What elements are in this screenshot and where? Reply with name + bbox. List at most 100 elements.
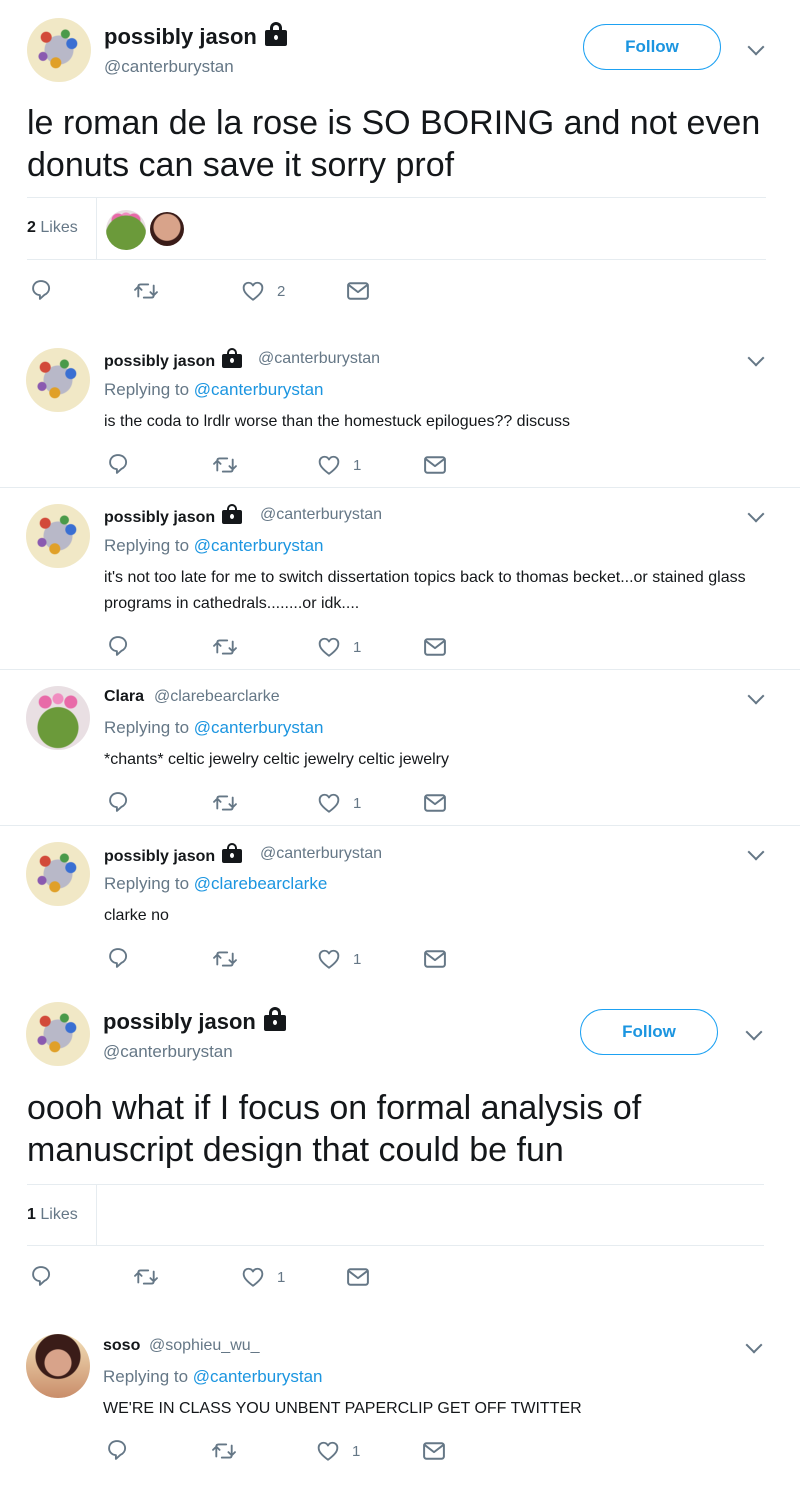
retweet-icon[interactable] (212, 454, 238, 476)
like-count: 1 (353, 639, 362, 656)
reply-icon[interactable] (107, 1439, 129, 1461)
chevron-down-icon[interactable] (747, 505, 765, 523)
reply-text: is the coda to lrdlr worse than the home… (104, 413, 571, 430)
reply-text: *chants* celtic jewelry celtic jewelry c… (104, 751, 449, 768)
like-count: 1 (353, 795, 362, 812)
author-name[interactable]: possibly jason (104, 843, 242, 866)
replying-to: Replying to @canterburystan (104, 536, 324, 555)
mail-icon[interactable] (423, 792, 447, 814)
reply-icon[interactable] (108, 947, 130, 969)
author-name[interactable]: possibly jason (104, 22, 287, 50)
author-handle[interactable]: @canterburystan (258, 350, 380, 368)
author-handle[interactable]: @canterburystan (103, 1042, 233, 1062)
retweet-icon[interactable] (212, 636, 238, 658)
mention-link[interactable]: @clarebearclarke (194, 874, 327, 893)
avatar[interactable] (26, 504, 90, 568)
like-count: 1 (352, 1443, 361, 1460)
mail-icon[interactable] (346, 280, 370, 302)
divider (0, 669, 800, 670)
mail-icon[interactable] (423, 636, 447, 658)
heart-icon[interactable] (318, 454, 340, 476)
avatar[interactable] (26, 348, 90, 412)
like-count: 1 (277, 1269, 286, 1286)
avatar[interactable] (26, 1334, 90, 1398)
avatar[interactable] (26, 842, 90, 906)
mention-link[interactable]: @canterburystan (194, 380, 324, 399)
chevron-down-icon[interactable] (747, 843, 765, 861)
lock-icon (264, 22, 287, 46)
chevron-down-icon[interactable] (747, 38, 765, 56)
reply-text: clarke no (104, 907, 169, 924)
avatar[interactable] (26, 1002, 90, 1066)
retweet-icon[interactable] (212, 948, 238, 970)
retweet-icon[interactable] (211, 1440, 237, 1462)
chevron-down-icon[interactable] (745, 1336, 763, 1354)
mail-icon[interactable] (422, 1440, 446, 1462)
follow-button[interactable]: Follow (580, 1009, 718, 1055)
divider (96, 1184, 97, 1246)
retweet-icon[interactable] (133, 280, 159, 302)
chevron-down-icon[interactable] (745, 1023, 763, 1041)
reply-icon[interactable] (108, 453, 130, 475)
author-handle[interactable]: @canterburystan (260, 845, 382, 863)
heart-icon[interactable] (318, 948, 340, 970)
divider (27, 1245, 764, 1246)
heart-icon[interactable] (318, 636, 340, 658)
mail-icon[interactable] (423, 454, 447, 476)
tweet-text: oooh what if I focus on formal analysis … (27, 1089, 642, 1169)
mail-icon[interactable] (346, 1266, 370, 1288)
avatar[interactable] (26, 686, 90, 750)
author-name[interactable]: possibly jason (104, 348, 242, 371)
divider (27, 259, 766, 260)
author-handle[interactable]: @clarebearclarke (154, 688, 280, 706)
retweet-icon[interactable] (212, 792, 238, 814)
reply-icon[interactable] (31, 1265, 53, 1287)
chevron-down-icon[interactable] (747, 687, 765, 705)
liker-avatar[interactable] (150, 212, 184, 246)
heart-icon[interactable] (318, 792, 340, 814)
replying-to: Replying to @canterburystan (104, 380, 324, 399)
reply-text: WE'RE IN CLASS YOU UNBENT PAPERCLIP GET … (103, 1400, 582, 1417)
lock-icon (221, 843, 242, 863)
replying-to: Replying to @canterburystan (104, 718, 324, 737)
mail-icon[interactable] (423, 948, 447, 970)
mention-link[interactable]: @canterburystan (194, 536, 324, 555)
author-handle[interactable]: @canterburystan (104, 57, 234, 77)
chevron-down-icon[interactable] (747, 349, 765, 367)
reply-icon[interactable] (108, 635, 130, 657)
author-name[interactable]: possibly jason (104, 504, 242, 527)
author-name[interactable]: soso (103, 1337, 140, 1355)
divider (27, 1184, 764, 1185)
lock-icon (221, 504, 242, 524)
replying-to: Replying to @canterburystan (103, 1367, 323, 1386)
divider (0, 487, 800, 488)
likes-count[interactable]: 2 Likes (27, 219, 78, 237)
reply-icon[interactable] (31, 279, 53, 301)
divider (27, 197, 766, 198)
reply-text: it's not too late for me to switch disse… (104, 569, 746, 612)
lock-icon (263, 1007, 286, 1031)
divider (96, 197, 97, 259)
heart-icon[interactable] (242, 1266, 264, 1288)
tweet-text: le roman de la rose is SO BORING and not… (27, 104, 761, 184)
replying-to: Replying to @clarebearclarke (104, 874, 328, 893)
author-name[interactable]: possibly jason (103, 1007, 286, 1035)
like-count: 2 (277, 283, 286, 300)
divider (0, 825, 800, 826)
mention-link[interactable]: @canterburystan (193, 1367, 323, 1386)
author-handle[interactable]: @sophieu_wu_ (149, 1337, 260, 1355)
avatar[interactable] (27, 18, 91, 82)
follow-button[interactable]: Follow (583, 24, 721, 70)
liker-avatar[interactable] (106, 210, 146, 250)
mention-link[interactable]: @canterburystan (194, 718, 324, 737)
author-name[interactable]: Clara (104, 688, 144, 706)
author-name-text[interactable]: possibly jason (104, 24, 257, 49)
heart-icon[interactable] (317, 1440, 339, 1462)
reply-icon[interactable] (108, 791, 130, 813)
heart-icon[interactable] (242, 280, 264, 302)
like-count: 1 (353, 951, 362, 968)
like-count: 1 (353, 457, 362, 474)
retweet-icon[interactable] (133, 1266, 159, 1288)
likes-count[interactable]: 1 Likes (27, 1206, 78, 1224)
author-handle[interactable]: @canterburystan (260, 506, 382, 524)
